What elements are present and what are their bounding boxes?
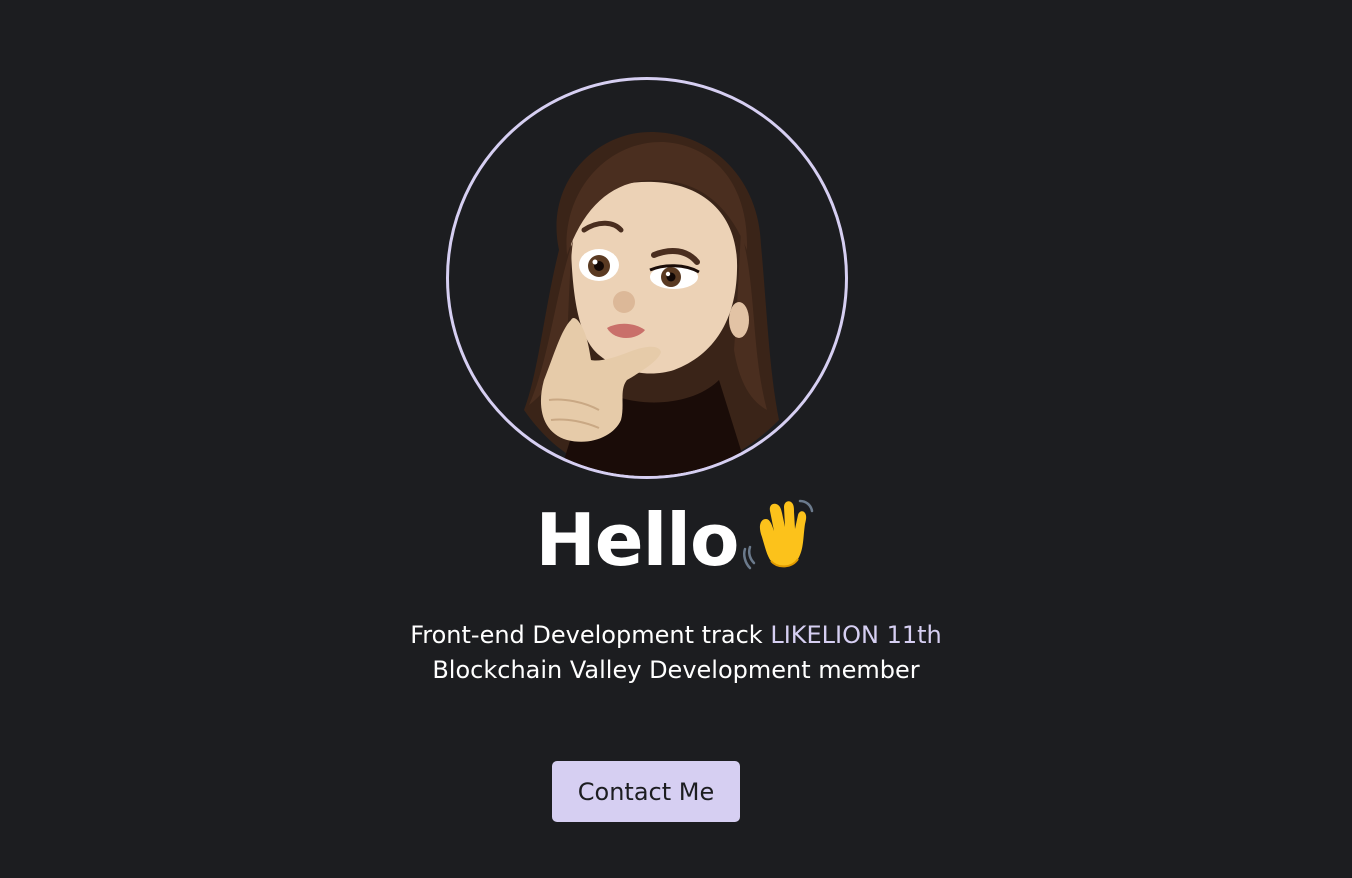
hero-section: Hello Front-end Development track LIKELI… bbox=[0, 0, 1352, 878]
intro-track: Front-end Development track bbox=[410, 621, 771, 649]
avatar bbox=[446, 77, 848, 479]
greeting-heading: Hello bbox=[0, 492, 1352, 594]
intro-line-1: Front-end Development track LIKELION 11t… bbox=[0, 618, 1352, 653]
greeting-text: Hello bbox=[535, 498, 740, 582]
waving-hand-icon bbox=[742, 497, 816, 594]
memoji-thinking-icon bbox=[524, 131, 779, 476]
intro-accent: LIKELION 11th bbox=[770, 621, 942, 649]
intro-text: Front-end Development track LIKELION 11t… bbox=[0, 618, 1352, 688]
contact-me-button[interactable]: Contact Me bbox=[552, 761, 740, 822]
intro-line-2: Blockchain Valley Development member bbox=[432, 656, 920, 684]
